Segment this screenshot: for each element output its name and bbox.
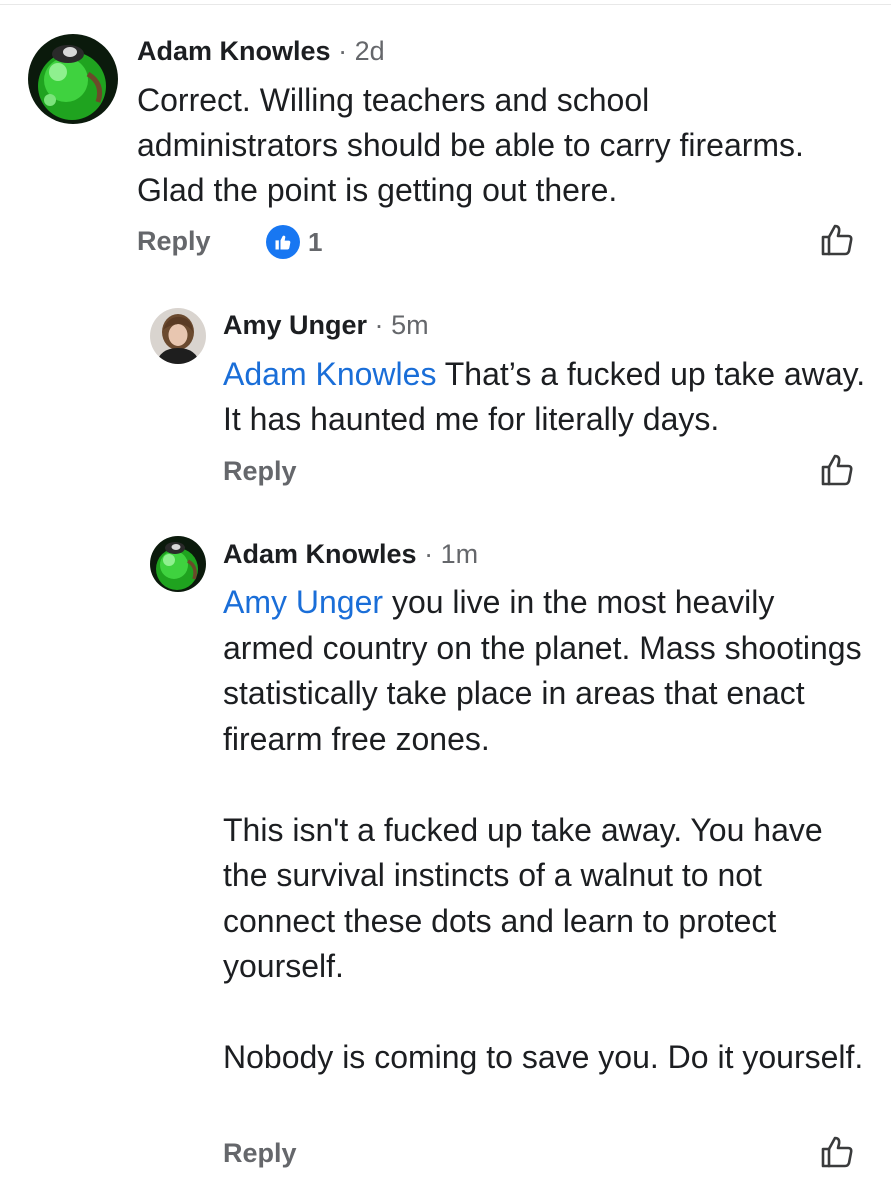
comment-author[interactable]: Adam Knowles [223,539,417,569]
green-orb-avatar-icon [150,536,206,592]
thumbs-up-outline-icon [821,454,853,486]
separator-dot: · [424,539,434,569]
thumbs-up-outline-icon [821,1136,853,1168]
comment-body: Correct. Willing teachers and school adm… [137,78,857,213]
comment-author[interactable]: Amy Unger [223,310,367,340]
avatar[interactable] [28,34,118,124]
reply-button[interactable]: Reply [137,226,211,257]
mention-link[interactable]: Amy Unger [223,584,383,620]
like-button[interactable] [819,452,855,488]
comment-paragraph: This isn't a fucked up take away. You ha… [223,811,823,985]
separator-dot: · [374,310,384,340]
comment-paragraph: Nobody is coming to save you. Do it your… [223,1039,864,1075]
comment-body: Adam Knowles That’s a fucked up take awa… [223,352,873,442]
comment-paragraph: Correct. Willing teachers and school adm… [137,82,804,208]
thumbs-up-outline-icon [821,224,853,256]
like-button[interactable] [819,222,855,258]
avatar[interactable] [150,308,206,364]
comment-timestamp[interactable]: 1m [441,539,479,569]
reply-button[interactable]: Reply [223,1138,297,1169]
top-divider [0,4,891,5]
mention-link[interactable]: Adam Knowles [223,356,436,392]
reaction-summary[interactable]: 1 [266,225,322,259]
reply-button[interactable]: Reply [223,456,297,487]
comment-author[interactable]: Adam Knowles [137,36,331,66]
reaction-count: 1 [308,226,323,257]
like-button[interactable] [819,1134,855,1170]
thumbs-up-reaction-icon [266,225,300,259]
comment-timestamp[interactable]: 5m [391,310,429,340]
avatar[interactable] [150,536,206,592]
green-orb-avatar-icon [28,34,118,124]
comment-body: Amy Unger you live in the most heavily a… [223,580,873,1081]
separator-dot: · [338,36,348,66]
comment-timestamp[interactable]: 2d [355,36,385,66]
person-photo-avatar-icon [150,308,206,364]
